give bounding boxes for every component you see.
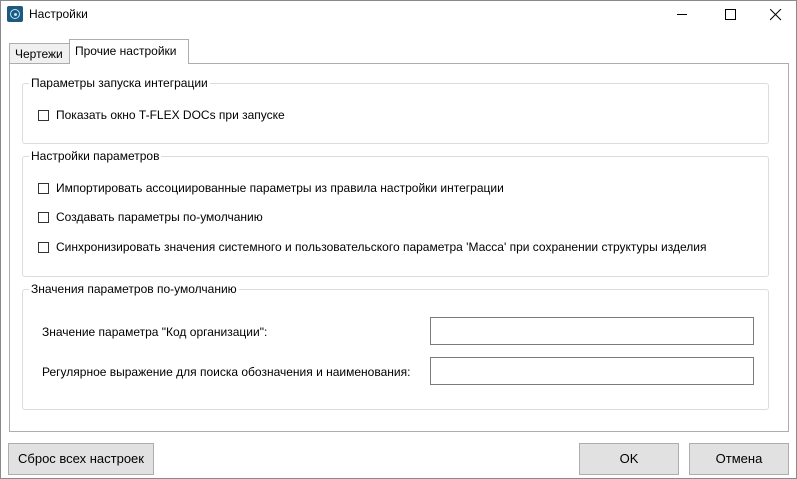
cancel-button[interactable]: Отмена (689, 443, 789, 475)
create-default-checkbox[interactable] (38, 211, 49, 223)
default-values-group: Значения параметров по-умолчанию Значени… (22, 282, 769, 410)
import-assoc-checkbox[interactable] (38, 182, 49, 194)
close-button[interactable] (753, 1, 797, 29)
sync-mass-checkbox[interactable] (38, 241, 49, 253)
sync-mass-option[interactable]: Синхронизировать значения системного и п… (38, 239, 706, 255)
org-code-input[interactable] (430, 317, 754, 345)
settings-window: Настройки Чертежи Прочие настройки Парам… (0, 0, 797, 479)
show-window-option[interactable]: Показать окно T-FLEX DOCs при запуске (38, 107, 285, 123)
maximize-button[interactable] (707, 1, 753, 29)
tab-drawings[interactable]: Чертежи (9, 43, 70, 63)
sync-mass-label: Синхронизировать значения системного и п… (56, 240, 707, 254)
ok-button[interactable]: OK (579, 443, 679, 475)
tab-panel: Параметры запуска интеграции Показать ок… (9, 63, 789, 432)
tab-other-settings[interactable]: Прочие настройки (69, 39, 189, 64)
close-icon (770, 9, 782, 21)
param-settings-group: Настройки параметров Импортировать ассоц… (22, 149, 769, 277)
create-default-label: Создавать параметры по-умолчанию (56, 210, 263, 224)
show-window-checkbox[interactable] (38, 109, 49, 121)
tflex-icon (7, 6, 23, 22)
import-assoc-label: Импортировать ассоциированные параметры … (56, 181, 504, 195)
create-default-option[interactable]: Создавать параметры по-умолчанию (38, 209, 263, 225)
reset-settings-button[interactable]: Сброс всех настроек (8, 443, 154, 475)
import-assoc-option[interactable]: Импортировать ассоциированные параметры … (38, 180, 504, 196)
org-code-label: Значение параметра "Код организации": (42, 325, 268, 339)
regex-input[interactable] (430, 357, 754, 385)
window-title: Настройки (29, 7, 88, 21)
group-title: Параметры запуска интеграции (29, 76, 210, 90)
minimize-button[interactable] (659, 1, 705, 29)
title-bar: Настройки (1, 1, 796, 29)
group-title: Значения параметров по-умолчанию (29, 282, 239, 296)
launch-params-group: Параметры запуска интеграции Показать ок… (22, 76, 769, 144)
regex-label: Регулярное выражение для поиска обозначе… (42, 365, 411, 379)
group-title: Настройки параметров (29, 149, 162, 163)
show-window-label: Показать окно T-FLEX DOCs при запуске (56, 108, 285, 122)
